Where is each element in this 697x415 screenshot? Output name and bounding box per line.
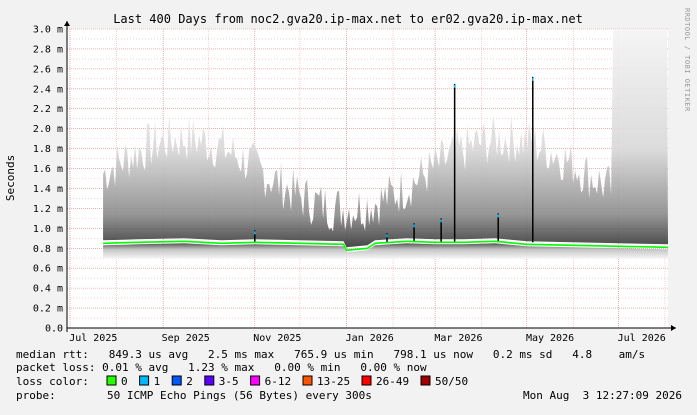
x-tick-label: Jul 2025 xyxy=(69,333,117,344)
x-tick-label: Mar 2026 xyxy=(434,333,482,344)
loss-color-swatch xyxy=(139,375,150,386)
loss-color-swatches: 0 1 2 3-5 6-12 13-25 26-49 50/50 xyxy=(106,375,468,388)
loss-color-text: 26-49 xyxy=(376,375,409,388)
y-tick-label: 0.2 m xyxy=(33,304,63,315)
y-tick-label: 0.8 m xyxy=(33,244,63,255)
chart-title: Last 400 Days from noc2.gva20.ip-max.net… xyxy=(113,12,583,26)
loss-color-text: 1 xyxy=(154,375,161,388)
loss-color-swatch xyxy=(302,375,313,386)
x-tick-label: Jan 2026 xyxy=(346,333,394,344)
loss-color-swatch xyxy=(204,375,215,386)
packet-loss-legend: packet loss: 0.01 % avg 1.23 % max 0.00 … xyxy=(16,361,427,374)
y-tick-label: 2.4 m xyxy=(33,84,63,95)
loss-color-swatch xyxy=(171,375,182,386)
y-tick-label: 2.2 m xyxy=(33,104,63,115)
y-tick-label: 3.0 m xyxy=(33,25,63,36)
y-tick-label: 2.0 m xyxy=(33,124,63,135)
y-tick-label: 1.4 m xyxy=(33,184,63,195)
x-tick-label: May 2026 xyxy=(526,333,574,344)
y-tick-label: 2.6 m xyxy=(33,64,63,75)
y-tick-label: 1.6 m xyxy=(33,164,63,175)
y-tick-label: 1.8 m xyxy=(33,144,63,155)
latency-chart: 0.0 0.2 m 0.4 m 0.6 m 0.8 m 1.0 m 1.2 m 1.4 m 1.… xyxy=(4,8,691,402)
y-tick-label: 0.6 m xyxy=(33,264,63,275)
loss-color-swatch xyxy=(250,375,261,386)
loss-color-text: 50/50 xyxy=(435,375,468,388)
loss-color-text: 13-25 xyxy=(317,375,350,388)
y-axis-ticks: 0.0 0.2 m 0.4 m 0.6 m 0.8 m 1.0 m 1.2 m 1.4 m 1.… xyxy=(33,25,63,335)
y-axis-arrow xyxy=(64,21,70,26)
graph-timestamp: Mon Aug 3 12:27:09 2026 xyxy=(523,389,682,402)
rrdtool-watermark: RRDTOOL / TOBI OETIKER xyxy=(683,8,691,112)
loss-color-swatch xyxy=(420,375,431,386)
y-tick-label: 2.8 m xyxy=(33,44,63,55)
x-axis-arrow xyxy=(671,325,676,331)
x-tick-label: Sep 2025 xyxy=(162,333,210,344)
y-tick-label: 0.0 xyxy=(45,324,63,335)
loss-color-label: loss color: xyxy=(16,375,89,388)
y-axis-label: Seconds xyxy=(4,155,17,201)
loss-color-text: 0 xyxy=(121,375,128,388)
y-tick-label: 1.2 m xyxy=(33,204,63,215)
loss-color-text: 6-12 xyxy=(265,375,292,388)
loss-color-swatch xyxy=(361,375,372,386)
y-tick-label: 1.0 m xyxy=(33,224,63,235)
loss-color-text: 3-5 xyxy=(219,375,239,388)
loss-color-swatch xyxy=(106,375,117,386)
loss-color-text: 2 xyxy=(186,375,193,388)
probe-description: 50 ICMP Echo Pings (56 Bytes) every 300s xyxy=(107,389,372,402)
median-rtt-legend: median rtt: 849.3 us avg 2.5 ms max 765.… xyxy=(16,348,645,361)
x-tick-label: Nov 2025 xyxy=(253,333,301,344)
legend: median rtt: 849.3 us avg 2.5 ms max 765.… xyxy=(16,348,682,402)
smokeping-graph: 0.0 0.2 m 0.4 m 0.6 m 0.8 m 1.0 m 1.2 m 1.4 m 1.… xyxy=(0,0,697,410)
x-axis-ticks: Jul 2025 Sep 2025 Nov 2025 Jan 2026 Mar 2026… xyxy=(69,333,666,344)
y-tick-label: 0.4 m xyxy=(33,284,63,295)
x-tick-label: Jul 2026 xyxy=(618,333,666,344)
probe-label: probe: xyxy=(16,389,56,402)
